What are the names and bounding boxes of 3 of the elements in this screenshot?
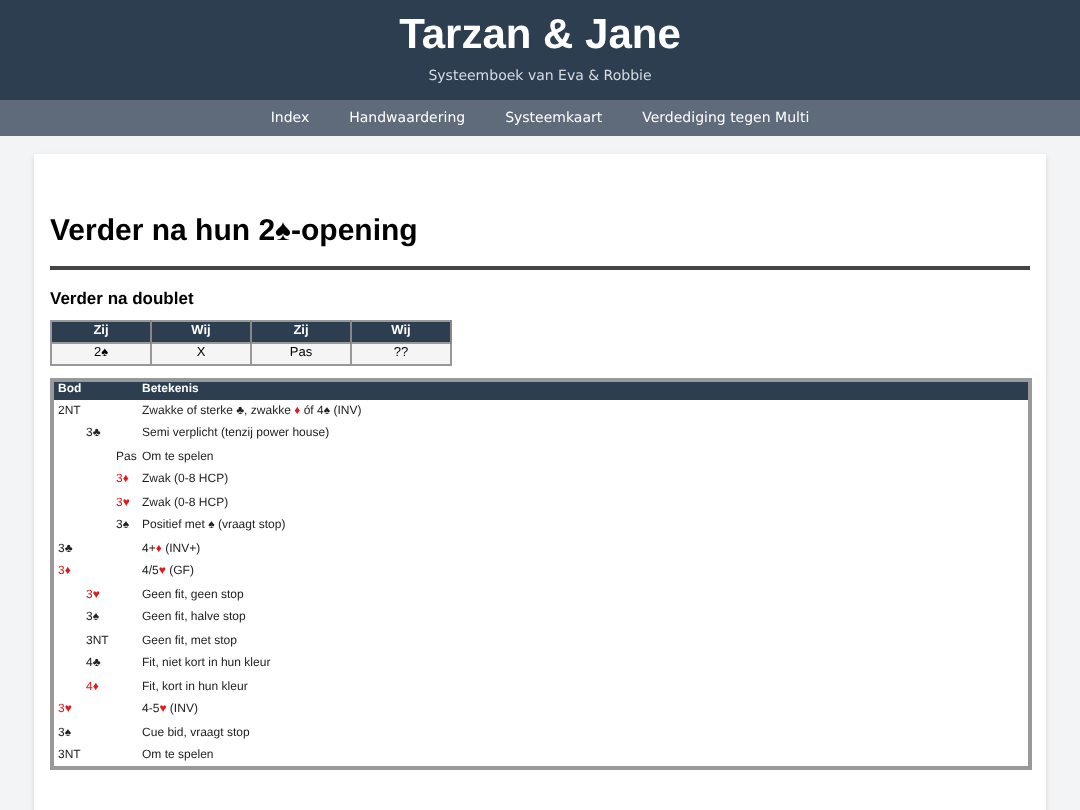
site-title: Tarzan & Jane (399, 12, 681, 60)
section-title: Verder na doublet (50, 285, 196, 311)
page-title: Verder na hun 2♠-opening (50, 210, 1030, 269)
